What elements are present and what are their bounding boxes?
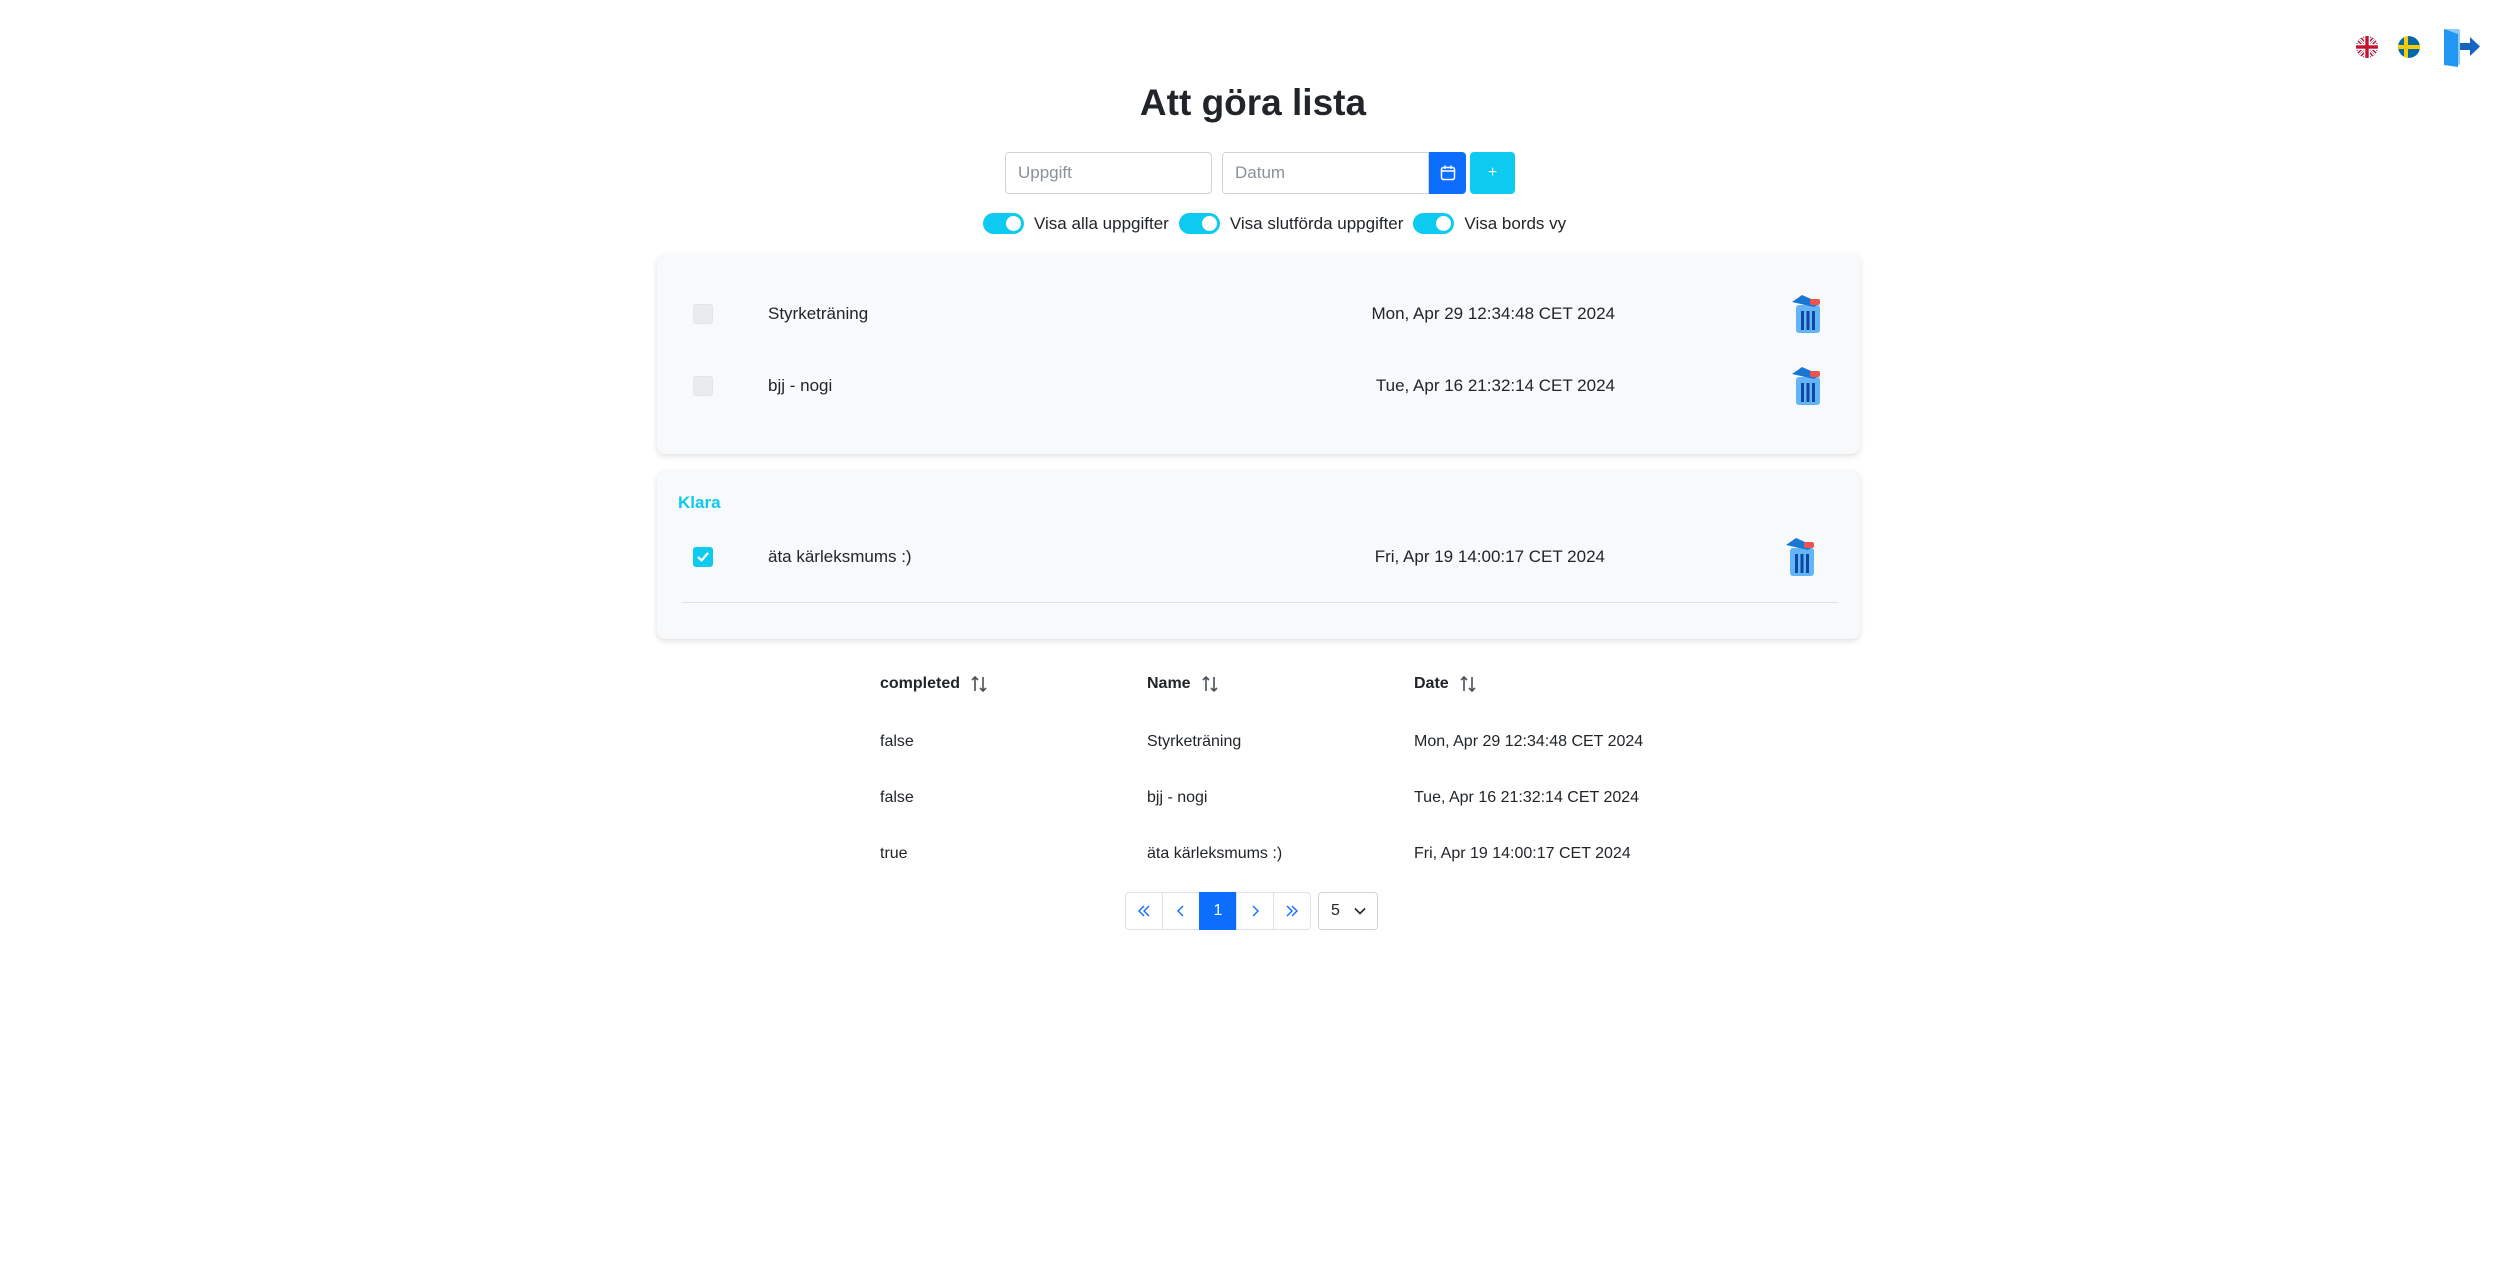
trash-icon[interactable]: [1784, 536, 1818, 578]
page-title: Att göra lista: [1139, 82, 1367, 123]
task-item: Styrketräning Mon, Apr 29 12:34:48 CET 2…: [657, 287, 1860, 341]
toggle-table-view[interactable]: Visa bords vy: [1413, 213, 1566, 234]
next-page-button[interactable]: [1236, 892, 1274, 930]
toggle-show-completed[interactable]: Visa slutförda uppgifter: [1178, 213, 1404, 234]
check-icon: [697, 552, 709, 562]
top-right-toolbar: [2356, 26, 2482, 68]
completed-card: Klara äta kärleksmums :) Fri, Apr 19 14:…: [657, 471, 1860, 639]
table-cell-name: Styrketräning: [1147, 733, 1242, 750]
toggle-switch[interactable]: [983, 213, 1024, 234]
first-page-button[interactable]: [1125, 892, 1163, 930]
trash-icon[interactable]: [1790, 365, 1824, 407]
sweden-flag-icon[interactable]: [2398, 36, 2420, 58]
task-date: Mon, Apr 29 12:34:48 CET 2024: [1371, 304, 1615, 323]
table-cell-date: Tue, Apr 16 21:32:14 CET 2024: [1414, 789, 1640, 806]
double-chevron-left-icon: [1138, 905, 1150, 917]
column-header-label: completed: [880, 675, 961, 692]
toggle-switch[interactable]: [1178, 213, 1220, 234]
logout-icon[interactable]: [2440, 26, 2482, 68]
task-name: Styrketräning: [768, 304, 869, 323]
page-size-value: 5: [1331, 902, 1340, 919]
table-cell-date: Mon, Apr 29 12:34:48 CET 2024: [1414, 733, 1644, 750]
toggle-label: Visa bords vy: [1464, 213, 1567, 233]
add-task-form: +: [1005, 152, 1515, 194]
column-header-label: Date: [1414, 675, 1449, 692]
uk-flag-icon[interactable]: [2356, 36, 2378, 58]
page-size-select[interactable]: 5: [1318, 892, 1378, 930]
chevron-left-icon: [1177, 905, 1184, 917]
task-item: äta kärleksmums :) Fri, Apr 19 14:00:17 …: [657, 530, 1860, 584]
task-name: bjj - nogi: [768, 376, 833, 395]
calendar-icon: [1440, 165, 1455, 181]
chevron-down-icon: [1354, 907, 1366, 915]
add-task-button[interactable]: +: [1470, 152, 1515, 194]
calendar-button[interactable]: [1429, 152, 1466, 194]
task-name: äta kärleksmums :): [768, 547, 912, 566]
toggle-label: Visa alla uppgifter: [1034, 213, 1169, 233]
double-chevron-right-icon: [1286, 905, 1298, 917]
task-input[interactable]: [1005, 152, 1212, 194]
table-cell-name: äta kärleksmums :): [1147, 845, 1283, 862]
table-cell-completed: false: [880, 733, 914, 750]
sort-icon: [1460, 675, 1476, 693]
chevron-right-icon: [1252, 905, 1259, 917]
table-cell-completed: false: [880, 789, 914, 806]
todo-card: Styrketräning Mon, Apr 29 12:34:48 CET 2…: [657, 254, 1860, 454]
table-cell-name: bjj - nogi: [1147, 789, 1208, 806]
toggle-show-all[interactable]: Visa alla uppgifter: [983, 213, 1169, 234]
completed-heading: Klara: [678, 493, 721, 512]
pagination: 1 5: [1125, 892, 1378, 930]
column-header-date[interactable]: Date: [1414, 674, 1477, 694]
table-cell-date: Fri, Apr 19 14:00:17 CET 2024: [1414, 845, 1631, 862]
column-header-completed[interactable]: completed: [880, 674, 988, 694]
task-date: Tue, Apr 16 21:32:14 CET 2024: [1375, 376, 1615, 395]
task-date: Fri, Apr 19 14:00:17 CET 2024: [1374, 547, 1605, 566]
toggle-switch[interactable]: [1413, 213, 1455, 234]
task-checkbox[interactable]: [693, 376, 713, 396]
task-item: bjj - nogi Tue, Apr 16 21:32:14 CET 2024: [657, 359, 1860, 413]
column-header-name[interactable]: Name: [1147, 674, 1219, 694]
divider: [682, 602, 1838, 603]
column-header-label: Name: [1147, 675, 1191, 692]
task-checkbox[interactable]: [693, 304, 713, 324]
view-toggles: Visa alla uppgifter Visa slutförda uppgi…: [983, 213, 1576, 234]
toggle-label: Visa slutförda uppgifter: [1229, 213, 1404, 233]
trash-icon[interactable]: [1790, 293, 1824, 335]
sort-icon: [1202, 675, 1218, 693]
prev-page-button[interactable]: [1162, 892, 1200, 930]
last-page-button[interactable]: [1273, 892, 1311, 930]
table-cell-completed: true: [880, 845, 908, 862]
sort-icon: [971, 675, 987, 693]
date-input[interactable]: [1222, 152, 1429, 194]
task-checkbox[interactable]: [693, 547, 713, 567]
page-button-current[interactable]: 1: [1199, 892, 1237, 930]
